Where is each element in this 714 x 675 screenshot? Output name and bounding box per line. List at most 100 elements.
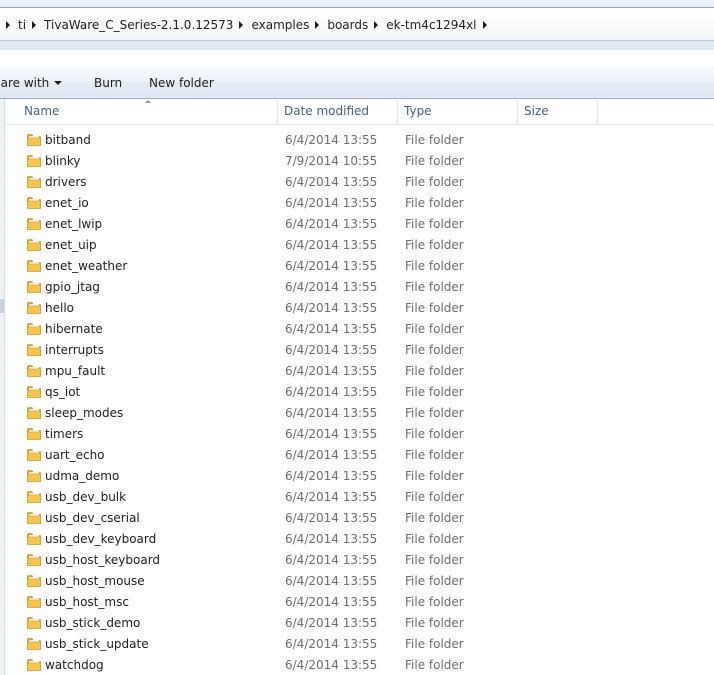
breadcrumb-item-tivaware[interactable]: TivaWare_C_Series-2.1.0.12573 — [44, 18, 233, 32]
file-type: File folder — [405, 301, 464, 315]
file-row-uart-echo[interactable]: uart_echo 6/4/2014 13:55 File folder — [0, 445, 714, 466]
file-row-udma-demo[interactable]: udma_demo 6/4/2014 13:55 File folder — [0, 466, 714, 487]
file-name: qs_iot — [45, 385, 81, 399]
file-name: interrupts — [45, 343, 104, 357]
file-row-enet-uip[interactable]: enet_uip 6/4/2014 13:55 File folder — [0, 235, 714, 256]
column-header-type[interactable]: Type — [398, 99, 518, 124]
file-name: bitband — [45, 133, 91, 147]
folder-icon — [27, 638, 41, 650]
file-name: enet_uip — [45, 238, 97, 252]
folder-icon — [27, 533, 41, 545]
chevron-right-icon[interactable] — [6, 21, 10, 29]
file-type: File folder — [405, 238, 464, 252]
file-row-qs-iot[interactable]: qs_iot 6/4/2014 13:55 File folder — [0, 382, 714, 403]
folder-icon — [27, 302, 41, 314]
file-row-drivers[interactable]: drivers 6/4/2014 13:55 File folder — [0, 172, 714, 193]
file-name: drivers — [45, 175, 87, 189]
breadcrumb-item-examples[interactable]: examples — [251, 18, 309, 32]
file-row-usb-stick-demo[interactable]: usb_stick_demo 6/4/2014 13:55 File folde… — [0, 613, 714, 634]
chevron-right-icon[interactable] — [482, 21, 487, 29]
file-type: File folder — [405, 490, 464, 504]
file-date-modified: 6/4/2014 13:55 — [285, 637, 378, 651]
file-name: udma_demo — [45, 469, 120, 483]
file-date-modified: 6/4/2014 13:55 — [285, 364, 378, 378]
file-row-hibernate[interactable]: hibernate 6/4/2014 13:55 File folder — [0, 319, 714, 340]
file-type: File folder — [405, 532, 464, 546]
file-row-usb-host-msc[interactable]: usb_host_msc 6/4/2014 13:55 File folder — [0, 592, 714, 613]
chevron-right-icon[interactable] — [315, 21, 320, 29]
file-type: File folder — [405, 343, 464, 357]
file-row-usb-dev-keyboard[interactable]: usb_dev_keyboard 6/4/2014 13:55 File fol… — [0, 529, 714, 550]
file-row-usb-host-mouse[interactable]: usb_host_mouse 6/4/2014 13:55 File folde… — [0, 571, 714, 592]
folder-icon — [27, 197, 41, 209]
share-with-label: hare with — [0, 76, 50, 90]
column-header-size[interactable]: Size — [518, 99, 598, 124]
file-type: File folder — [405, 595, 464, 609]
share-with-button[interactable]: hare with — [0, 76, 63, 90]
file-rows: bitband 6/4/2014 13:55 File folder blink… — [0, 130, 714, 675]
chevron-down-icon — [54, 81, 63, 85]
file-name: sleep_modes — [45, 406, 124, 420]
chevron-right-icon[interactable] — [32, 21, 37, 29]
file-name: usb_host_keyboard — [45, 553, 161, 567]
file-row-sleep-modes[interactable]: sleep_modes 6/4/2014 13:55 File folder — [0, 403, 714, 424]
folder-icon — [27, 155, 41, 167]
folder-icon — [27, 491, 41, 503]
file-name: hello — [45, 301, 74, 315]
column-header-date-modified[interactable]: Date modified — [278, 99, 398, 124]
chevron-right-icon[interactable] — [239, 21, 244, 29]
file-type: File folder — [405, 322, 464, 336]
folder-icon — [27, 575, 41, 587]
folder-icon — [27, 365, 41, 377]
file-date-modified: 6/4/2014 13:55 — [285, 490, 378, 504]
file-date-modified: 6/4/2014 13:55 — [285, 301, 378, 315]
file-row-bitband[interactable]: bitband 6/4/2014 13:55 File folder — [0, 130, 714, 151]
folder-icon — [27, 323, 41, 335]
breadcrumb-item-ti[interactable]: ti — [18, 18, 26, 32]
address-box[interactable]: ti TivaWare_C_Series-2.1.0.12573 example… — [0, 7, 714, 41]
file-name: gpio_jtag — [45, 280, 100, 294]
breadcrumb-item-boards[interactable]: boards — [327, 18, 368, 32]
file-date-modified: 6/4/2014 13:55 — [285, 658, 378, 672]
file-row-enet-weather[interactable]: enet_weather 6/4/2014 13:55 File folder — [0, 256, 714, 277]
folder-icon — [27, 407, 41, 419]
file-row-timers[interactable]: timers 6/4/2014 13:55 File folder — [0, 424, 714, 445]
file-row-mpu-fault[interactable]: mpu_fault 6/4/2014 13:55 File folder — [0, 361, 714, 382]
file-type: File folder — [405, 616, 464, 630]
file-name: timers — [45, 427, 84, 441]
file-date-modified: 6/4/2014 13:55 — [285, 595, 378, 609]
file-name: watchdog — [45, 658, 104, 672]
file-type: File folder — [405, 637, 464, 651]
file-row-interrupts[interactable]: interrupts 6/4/2014 13:55 File folder — [0, 340, 714, 361]
file-row-usb-dev-cserial[interactable]: usb_dev_cserial 6/4/2014 13:55 File fold… — [0, 508, 714, 529]
file-type: File folder — [405, 217, 464, 231]
file-row-gpio-jtag[interactable]: gpio_jtag 6/4/2014 13:55 File folder — [0, 277, 714, 298]
file-row-usb-host-keyboard[interactable]: usb_host_keyboard 6/4/2014 13:55 File fo… — [0, 550, 714, 571]
file-type: File folder — [405, 574, 464, 588]
file-row-hello[interactable]: hello 6/4/2014 13:55 File folder — [0, 298, 714, 319]
chevron-right-icon[interactable] — [374, 21, 379, 29]
folder-icon — [27, 617, 41, 629]
file-date-modified: 6/4/2014 13:55 — [285, 532, 378, 546]
file-date-modified: 6/4/2014 13:55 — [285, 406, 378, 420]
file-type: File folder — [405, 427, 464, 441]
file-type: File folder — [405, 175, 464, 189]
column-header-name[interactable]: Name — [18, 99, 278, 124]
file-date-modified: 6/4/2014 13:55 — [285, 217, 378, 231]
file-row-enet-io[interactable]: enet_io 6/4/2014 13:55 File folder — [0, 193, 714, 214]
file-list: Name Date modified Type Size bitband 6/4… — [0, 99, 714, 675]
file-row-usb-dev-bulk[interactable]: usb_dev_bulk 6/4/2014 13:55 File folder — [0, 487, 714, 508]
file-name: usb_host_msc — [45, 595, 129, 609]
command-toolbar: hare with Burn New folder — [0, 66, 714, 99]
file-row-watchdog[interactable]: watchdog 6/4/2014 13:55 File folder — [0, 655, 714, 675]
file-name: usb_dev_keyboard — [45, 532, 157, 546]
file-name: enet_lwip — [45, 217, 103, 231]
file-row-enet-lwip[interactable]: enet_lwip 6/4/2014 13:55 File folder — [0, 214, 714, 235]
burn-button[interactable]: Burn — [94, 76, 122, 90]
folder-icon — [27, 281, 41, 293]
breadcrumb-item-ek-tm4c1294xl[interactable]: ek-tm4c1294xl — [386, 18, 476, 32]
file-type: File folder — [405, 280, 464, 294]
file-row-blinky[interactable]: blinky 7/9/2014 10:55 File folder — [0, 151, 714, 172]
file-row-usb-stick-update[interactable]: usb_stick_update 6/4/2014 13:55 File fol… — [0, 634, 714, 655]
new-folder-button[interactable]: New folder — [149, 76, 214, 90]
